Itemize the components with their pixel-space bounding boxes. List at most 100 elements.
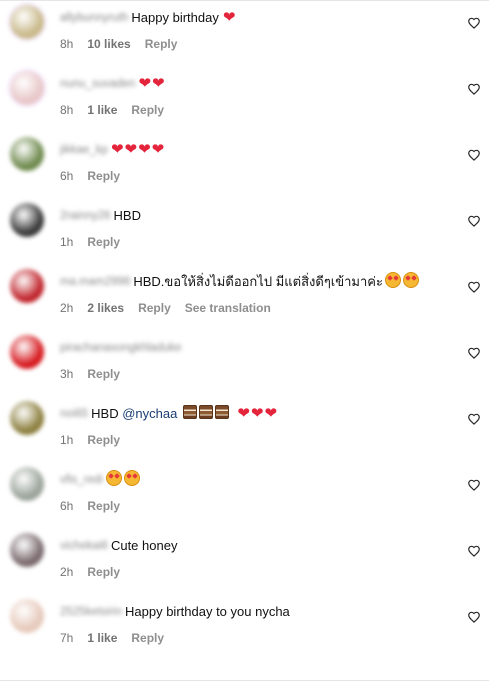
comment-row: 2rainny26 HBD 1h Reply [0,198,489,264]
comment-username[interactable]: jikkae_kp [60,140,108,160]
comment-username[interactable]: 2rainny26 [60,206,111,226]
heart-outline-icon[interactable] [467,478,481,492]
like-comment-icon [468,281,480,293]
comment-line: noi65 HBD @nychaa ❤❤❤ [60,404,449,424]
star-eyes-emoji-icon [384,272,421,289]
heart-outline-icon[interactable] [467,610,481,624]
avatar[interactable] [10,269,44,303]
likes-count[interactable]: 2 likes [87,301,124,315]
avatar[interactable] [10,401,44,435]
reply-button[interactable]: Reply [87,169,120,183]
comment-username[interactable]: 2525ketsirin [60,602,122,622]
comment-line: 2rainny26 HBD [60,206,449,226]
comment-time: 3h [60,367,74,381]
heart-outline-icon[interactable] [467,214,481,228]
star-eyes-emoji-icon [105,470,142,487]
likes-count[interactable]: 1 like [87,631,117,645]
like-comment-icon [468,17,480,29]
heart-emoji-icon: ❤❤ [138,75,166,92]
comment-time: 8h [60,103,74,117]
reply-button[interactable]: Reply [87,367,120,381]
reply-button[interactable]: Reply [87,235,120,249]
heart-outline-icon[interactable] [467,16,481,30]
like-comment-icon [468,479,480,491]
reply-button[interactable]: Reply [87,499,120,513]
comment-meta: 2h 2 likes Reply See translation [60,300,285,316]
heart-outline-icon[interactable] [467,148,481,162]
comment-line: pirachanasongkhladuke [60,338,449,358]
comment-time: 6h [60,499,74,513]
avatar[interactable] [10,335,44,369]
comment-row: 2525ketsirin Happy birthday to you nycha 7… [0,594,489,660]
comment-meta: 8h 1 like Reply [60,102,178,118]
comment-time: 2h [60,565,74,579]
heart-outline-icon[interactable] [467,346,481,360]
comment-meta: 6h Reply [60,498,134,514]
comment-row: jikkae_kp ❤❤❤❤ 6h Reply [0,132,489,198]
comment-meta: 2h Reply [60,564,134,580]
comment-meta: 3h Reply [60,366,134,382]
comment-text: Cute honey [110,538,178,553]
reply-button[interactable]: Reply [87,433,120,447]
comment-row: vfis_redi 6h Reply [0,462,489,528]
comment-line: 2525ketsirin Happy birthday to you nycha [60,602,449,622]
likes-count[interactable]: 10 likes [87,37,130,51]
comment-text: HBD [113,208,141,223]
comment-username[interactable]: nunu_suvaden [60,74,135,94]
reply-button[interactable]: Reply [145,37,178,51]
avatar[interactable] [10,533,44,567]
comment-text: Happy birthday to you nycha [125,604,290,619]
reply-button[interactable]: Reply [131,631,164,645]
like-comment-icon [468,83,480,95]
like-comment-icon [468,347,480,359]
comment-time: 2h [60,301,74,315]
avatar[interactable] [10,467,44,501]
comment-username[interactable]: pirachanasongkhladuke [60,338,181,358]
comment-row: nunu_suvaden ❤❤ 8h 1 like Reply [0,66,489,132]
comment-username[interactable]: vichekai6 [60,536,108,556]
likes-count[interactable]: 1 like [87,103,117,117]
comment-meta: 1h Reply [60,432,134,448]
comment-time: 1h [60,235,74,249]
heart-outline-icon[interactable] [467,544,481,558]
comment-line: vfis_redi [60,470,449,490]
comment-meta: 6h Reply [60,168,134,184]
mention-link[interactable]: @nychaa [122,406,177,421]
comment-text: HBD.ขอให้สิ่งไม่ดีออกไป มีแต่สิ่งดีๆเข้า… [133,274,383,289]
heart-emoji-icon: ❤❤❤ [237,405,279,422]
comment-username[interactable]: allybunnyruth [60,8,128,28]
heart-outline-icon[interactable] [467,280,481,294]
like-comment-icon [468,545,480,557]
comment-meta: 8h 10 likes Reply [60,36,191,52]
comment-time: 6h [60,169,74,183]
comment-line: jikkae_kp ❤❤❤❤ [60,140,449,160]
avatar[interactable] [10,137,44,171]
avatar[interactable] [10,71,44,105]
reply-button[interactable]: Reply [131,103,164,117]
comment-row: ma.mam2998 HBD.ขอให้สิ่งไม่ดีออกไป มีแต่ส… [0,264,489,330]
avatar[interactable] [10,203,44,237]
reply-button[interactable]: Reply [138,301,171,315]
comment-row: pirachanasongkhladuke 3h Reply [0,330,489,396]
like-comment-icon [468,413,480,425]
comment-time: 1h [60,433,74,447]
comment-meta: 7h 1 like Reply [60,630,178,646]
avatar[interactable] [10,5,44,39]
comment-text: HBD [91,406,119,421]
heart-outline-icon[interactable] [467,82,481,96]
comment-time: 7h [60,631,74,645]
heart-emoji-icon: ❤❤❤❤ [110,141,166,158]
heart-outline-icon[interactable] [467,412,481,426]
comment-line: ma.mam2998 HBD.ขอให้สิ่งไม่ดีออกไป มีแต่ส… [60,272,449,292]
reply-button[interactable]: Reply [87,565,120,579]
comment-line: vichekai6 Cute honey [60,536,449,556]
like-comment-icon [468,149,480,161]
comment-line: nunu_suvaden ❤❤ [60,74,449,94]
comment-time: 8h [60,37,74,51]
heart-emoji-icon: ❤ [222,9,237,26]
avatar[interactable] [10,599,44,633]
comment-username[interactable]: noi65 [60,404,88,424]
comment-username[interactable]: vfis_redi [60,470,103,490]
comment-username[interactable]: ma.mam2998 [60,272,130,292]
see-translation-button[interactable]: See translation [185,301,271,315]
